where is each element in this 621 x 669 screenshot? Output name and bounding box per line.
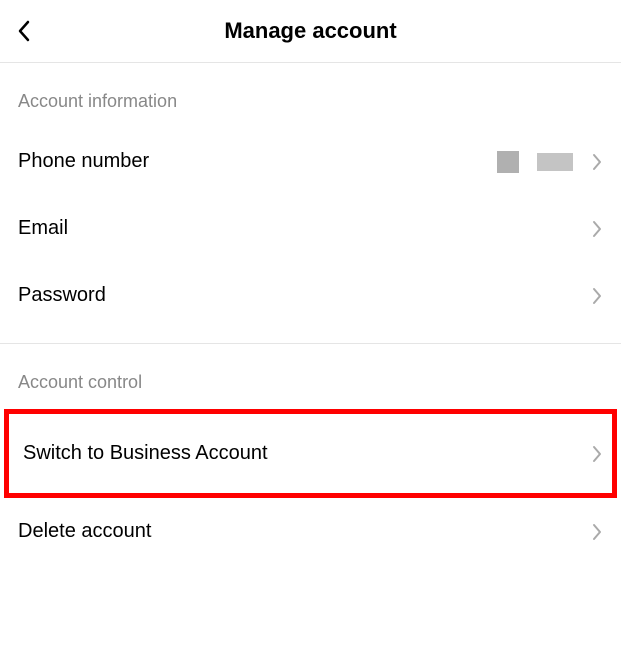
- highlight-box: Switch to Business Account: [4, 409, 617, 498]
- header: Manage account: [0, 0, 621, 63]
- redacted-block: [537, 153, 573, 171]
- list-item-right: [497, 151, 603, 173]
- switch-business-row[interactable]: Switch to Business Account: [9, 414, 612, 493]
- chevron-right-icon: [591, 286, 603, 306]
- page-title: Manage account: [16, 18, 605, 44]
- list-item-right: [591, 219, 603, 239]
- delete-account-row[interactable]: Delete account: [0, 498, 621, 565]
- list-item-label: Switch to Business Account: [23, 442, 268, 465]
- email-row[interactable]: Email: [0, 195, 621, 262]
- list-item-label: Email: [18, 217, 68, 240]
- redacted-value: [497, 151, 573, 173]
- highlight-container: Switch to Business Account: [0, 409, 621, 498]
- phone-number-row[interactable]: Phone number: [0, 128, 621, 195]
- chevron-right-icon: [591, 522, 603, 542]
- chevron-right-icon: [591, 444, 603, 464]
- list-item-right: [591, 522, 603, 542]
- section-header-account-info: Account information: [0, 63, 621, 128]
- password-row[interactable]: Password: [0, 262, 621, 329]
- back-button[interactable]: [16, 19, 32, 43]
- list-item-label: Password: [18, 284, 106, 307]
- list-item-right: [591, 286, 603, 306]
- list-item-label: Delete account: [18, 520, 151, 543]
- list-item-label: Phone number: [18, 150, 149, 173]
- chevron-left-icon: [16, 19, 32, 43]
- chevron-right-icon: [591, 152, 603, 172]
- redacted-block: [497, 151, 519, 173]
- chevron-right-icon: [591, 219, 603, 239]
- section-header-account-control: Account control: [0, 344, 621, 409]
